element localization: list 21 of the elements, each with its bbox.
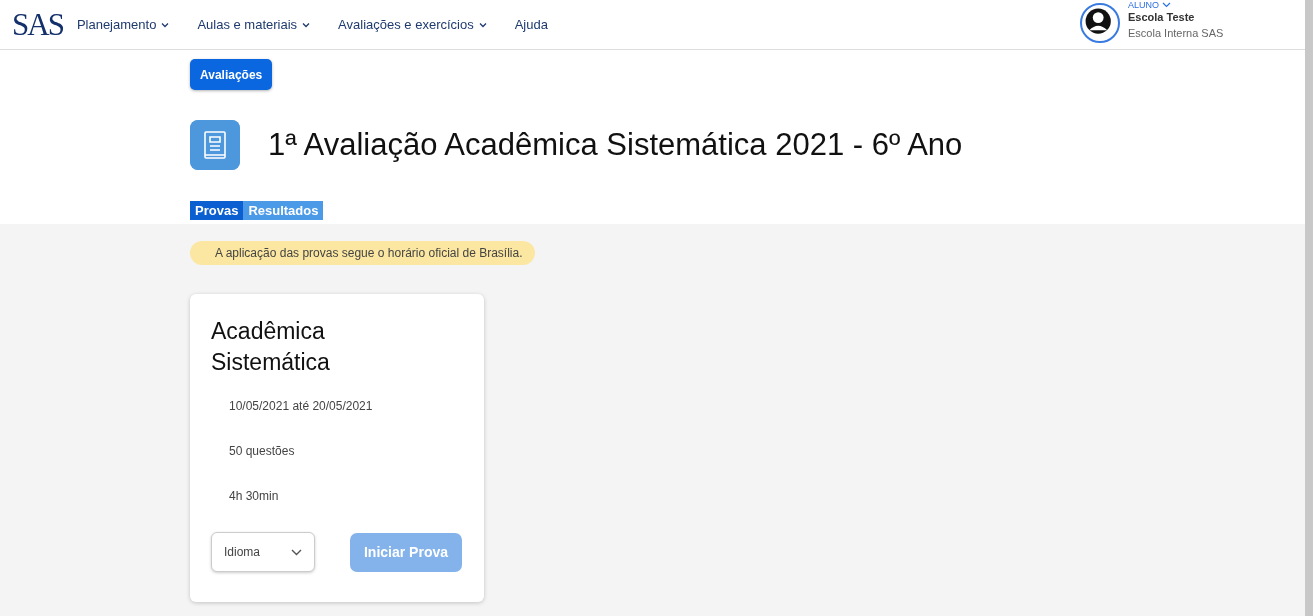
role-label[interactable]: ALUNO	[1128, 0, 1159, 9]
exam-duration: 4h 30min	[229, 489, 280, 503]
page-title: 1ª Avaliação Acadêmica Sistemática 2021 - 6º Ano	[268, 127, 963, 163]
exam-period: 10/05/2021 até 20/05/2021	[229, 399, 374, 413]
notice-banner: A aplicação das provas segue o horário oficial de Brasília.	[190, 241, 535, 265]
nav-link[interactable]: Aulas e materiais	[197, 17, 311, 32]
exam-title: Acadêmica Sistemática	[211, 317, 331, 377]
nav-link[interactable]: Ajuda	[514, 17, 548, 32]
nav-link[interactable]: Avaliações e exercícios	[338, 17, 487, 32]
logo[interactable]: SAS	[12, 6, 63, 43]
nav-link[interactable]: Planejamento	[76, 17, 170, 32]
chevron-down-icon[interactable]	[1162, 1, 1171, 8]
user-name: Escola Teste	[1128, 11, 1196, 23]
chevron-down-icon	[291, 548, 302, 556]
question-count: 50 questões	[229, 444, 296, 458]
breadcrumb-button[interactable]: Avaliações	[190, 59, 273, 90]
avatar-icon[interactable]	[1080, 2, 1120, 43]
book-icon	[190, 120, 240, 170]
school-name: Escola Interna SAS	[1128, 27, 1224, 39]
language-select[interactable]: Idioma	[211, 532, 315, 572]
scrollbar[interactable]	[1305, 0, 1313, 616]
